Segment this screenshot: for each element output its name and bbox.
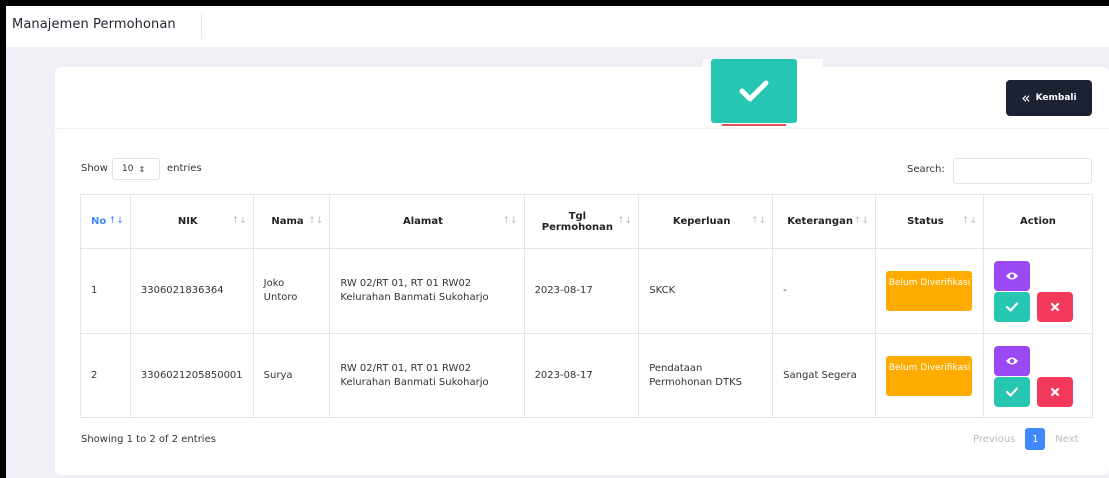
previous-button[interactable]: Previous — [967, 430, 1021, 449]
close-icon — [1050, 302, 1060, 312]
table-header-row: No ↑↓ NIK ↑↓ Nama ↑↓ Alamat ↑↓ Tgl Permohona… — [80, 194, 1094, 249]
cell-status: Belum Diverifikasi — [874, 333, 984, 418]
cell-keperluan: SKCK — [638, 248, 774, 334]
sort-icon: ↑↓ — [961, 216, 977, 226]
sort-icon: ↑↓ — [308, 216, 324, 226]
table-row: 1 3306021836364 Joko Untoro RW 02/RT 01,… — [80, 248, 1094, 334]
card-header: « Kembali — [55, 67, 1109, 129]
sort-icon: ↑↓ — [751, 216, 767, 226]
cell-tgl: 2023-08-17 — [523, 248, 640, 334]
col-nama[interactable]: Nama ↑↓ — [252, 194, 331, 249]
eye-icon — [1005, 357, 1018, 364]
requests-table: No ↑↓ NIK ↑↓ Nama ↑↓ Alamat ↑↓ Tgl Permohona… — [80, 194, 1094, 418]
checkmark-icon — [1005, 302, 1018, 312]
cell-no: 2 — [80, 333, 131, 418]
sort-icon: ↑↓ — [853, 216, 869, 226]
back-button-label: Kembali — [1035, 93, 1077, 103]
success-icon-box — [711, 59, 797, 123]
reject-button[interactable] — [1036, 376, 1073, 407]
col-nik[interactable]: NIK ↑↓ — [129, 194, 254, 249]
col-no[interactable]: No ↑↓ — [80, 194, 131, 249]
cell-nik: 3306021836364 — [129, 248, 254, 334]
approve-button[interactable] — [993, 376, 1030, 407]
main-card: « Kembali Show 10 ⇕ entries Search: No ↑… — [55, 59, 1109, 475]
search-label: Search: — [907, 164, 945, 175]
view-button[interactable] — [993, 261, 1030, 291]
cell-alamat: RW 02/RT 01, RT 01 RW02 Kelurahan Banmat… — [329, 333, 525, 418]
sort-updown-icon: ⇕ — [138, 164, 146, 174]
eye-icon — [1005, 272, 1018, 280]
page-length-select[interactable]: 10 ⇕ — [112, 158, 160, 180]
show-label: Show — [81, 163, 108, 174]
sort-icon: ↑↓ — [502, 216, 518, 226]
col-status[interactable]: Status ↑↓ — [874, 194, 984, 249]
cell-tgl: 2023-08-17 — [523, 333, 640, 418]
success-alert — [703, 59, 823, 127]
sort-icon: ↑↓ — [231, 216, 247, 226]
cell-no: 1 — [80, 248, 131, 334]
cell-keterangan: - — [772, 248, 876, 334]
next-button[interactable]: Next — [1049, 430, 1084, 449]
search-input[interactable] — [953, 158, 1092, 184]
view-button[interactable] — [993, 345, 1030, 376]
cell-nama: Joko Untoro — [252, 248, 331, 334]
table-row: 2 3306021205850001 Surya RW 02/RT 01, RT… — [80, 333, 1094, 418]
sort-icon: ↑↓ — [617, 216, 633, 226]
cell-nama: Surya — [252, 333, 331, 418]
col-alamat[interactable]: Alamat ↑↓ — [329, 194, 525, 249]
pagination: Previous 1 Next — [967, 428, 1085, 450]
page-length-value: 10 — [122, 164, 134, 174]
checkmark-icon — [1005, 386, 1018, 397]
action-group — [993, 345, 1082, 407]
checkmark-icon — [739, 80, 769, 102]
top-bar: Manajemen Permohonan — [6, 6, 1109, 47]
col-tgl[interactable]: Tgl Permohonan ↑↓ — [523, 194, 640, 249]
cell-action — [982, 333, 1094, 418]
back-button[interactable]: « Kembali — [1006, 80, 1092, 116]
app-frame: Manajemen Permohonan « Kembali Show 10 ⇕ — [6, 6, 1109, 478]
sort-icon: ↑↓ — [108, 216, 124, 226]
col-action: Action — [982, 194, 1094, 249]
col-keterangan[interactable]: Keterangan ↑↓ — [772, 194, 876, 249]
table-controls: Show 10 ⇕ entries Search: — [81, 158, 1093, 184]
col-keperluan[interactable]: Keperluan ↑↓ — [638, 194, 774, 249]
reject-button[interactable] — [1036, 292, 1073, 322]
cell-action — [982, 248, 1094, 334]
cell-keperluan: Pendataan Permohonan DTKS — [638, 333, 774, 418]
cell-keterangan: Sangat Segera — [772, 333, 876, 418]
page-title: Manajemen Permohonan — [12, 17, 176, 32]
cell-alamat: RW 02/RT 01, RT 01 RW02 Kelurahan Banmat… — [329, 248, 525, 334]
entries-label: entries — [167, 163, 202, 174]
close-icon — [1050, 387, 1060, 396]
alert-underline — [722, 124, 786, 126]
status-badge: Belum Diverifikasi — [886, 271, 973, 311]
approve-button[interactable] — [993, 292, 1030, 322]
table-info: Showing 1 to 2 of 2 entries — [81, 434, 216, 445]
divider — [201, 14, 202, 39]
status-badge: Belum Diverifikasi — [886, 355, 973, 396]
cell-status: Belum Diverifikasi — [874, 248, 984, 334]
double-chevron-left-icon: « — [1021, 88, 1031, 107]
cell-nik: 3306021205850001 — [129, 333, 254, 418]
action-group — [993, 261, 1082, 322]
page-button-1[interactable]: 1 — [1025, 428, 1046, 450]
